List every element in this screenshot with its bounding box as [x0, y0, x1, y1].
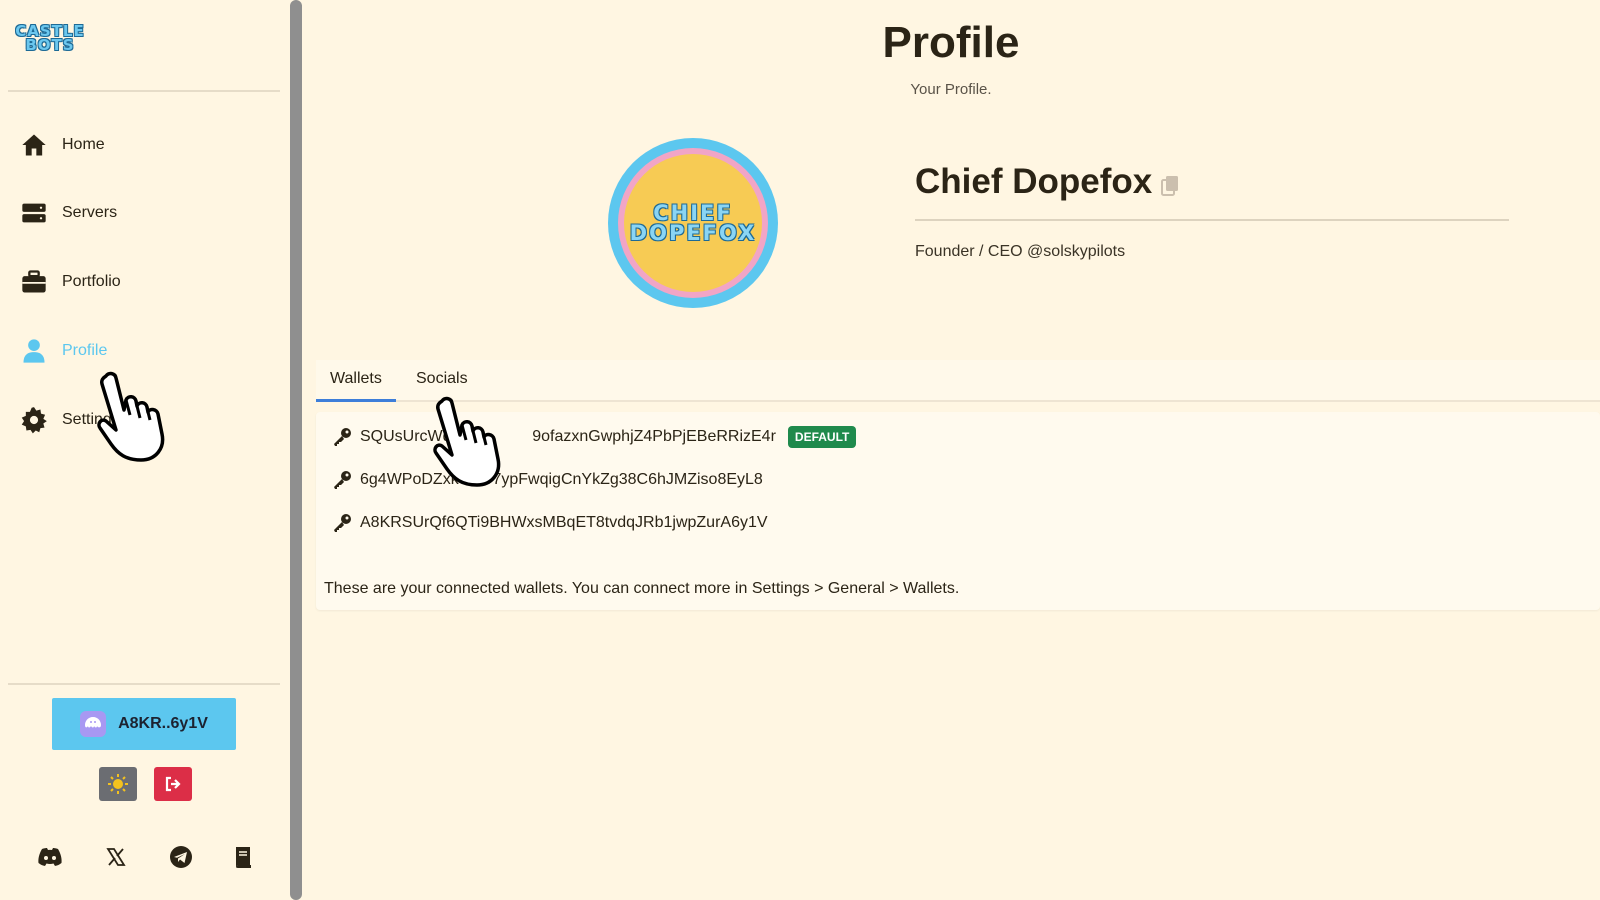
sidebar-item-label: Settings	[62, 411, 120, 428]
wallets-panel: SQUsUrcWdX 9ofazxnGwphjZ4PbPjEBeRRizE4r D…	[316, 412, 1600, 610]
wallet-address-part: SQUsUrcWdX	[360, 428, 463, 445]
wallet-address-part: 9ofazxnGwphjZ4PbPjEBeRRizE4r	[532, 428, 776, 445]
sidebar-item-settings[interactable]: Settings	[20, 400, 120, 440]
key-icon	[334, 514, 351, 532]
avatar: CHIEF DOPEFOX	[608, 138, 778, 308]
scrollbar-thumb[interactable]	[290, 0, 302, 900]
default-badge: DEFAULT	[787, 426, 857, 448]
user-icon	[23, 339, 45, 363]
wallet-row[interactable]: SQUsUrcWdX 9ofazxnGwphjZ4PbPjEBeRRizE4r D…	[332, 424, 857, 450]
key-icon	[334, 471, 351, 489]
sidebar-item-profile[interactable]: Profile	[20, 331, 107, 371]
wallet-address: 6g4WPoDZxkeNrv7ypFwqigCnYkZg38C6hJMZiso8…	[360, 471, 763, 488]
sidebar: CASTLE BOTS Home Servers Portfolio Profil…	[0, 0, 290, 900]
tab-socials[interactable]: Socials	[402, 360, 482, 402]
sidebar-item-servers[interactable]: Servers	[20, 193, 117, 233]
profile-name: Chief Dopefox	[915, 162, 1153, 201]
telegram-link[interactable]	[166, 842, 196, 872]
avatar-text-line-2: DOPEFOX	[629, 221, 757, 245]
profile-bio: Founder / CEO @solskypilots	[915, 243, 1126, 260]
sidebar-item-label: Home	[62, 136, 105, 153]
briefcase-icon	[22, 270, 46, 293]
x-link[interactable]	[101, 842, 131, 872]
docs-link[interactable]	[229, 842, 259, 872]
avatar-ring: CHIEF DOPEFOX	[618, 148, 768, 298]
gear-icon	[21, 407, 47, 434]
castle-bots-logo[interactable]: CASTLE BOTS	[8, 24, 98, 58]
server-icon	[22, 203, 46, 223]
telegram-icon	[170, 846, 192, 868]
avatar-core: CHIEF DOPEFOX	[624, 154, 762, 292]
page-title: Profile	[882, 18, 1020, 67]
name-divider	[915, 219, 1509, 221]
logout-button[interactable]	[154, 767, 192, 801]
x-icon	[106, 848, 126, 866]
page-subtitle: Your Profile.	[910, 81, 992, 98]
sidebar-bottom-divider	[8, 683, 280, 685]
docs-icon	[236, 847, 251, 868]
discord-link[interactable]	[35, 842, 65, 872]
logout-icon	[165, 776, 181, 792]
discord-icon	[38, 848, 62, 866]
phantom-icon	[80, 711, 107, 737]
profile-name-row: Chief Dopefox	[915, 162, 1180, 202]
profile-tabs: Wallets Socials	[316, 360, 1600, 402]
sun-icon	[108, 774, 128, 794]
logo-line-2: BOTS	[25, 36, 75, 54]
tab-wallets[interactable]: Wallets	[316, 360, 396, 402]
sidebar-item-label: Servers	[62, 204, 118, 221]
sidebar-top-divider	[8, 90, 280, 92]
connected-wallet-button[interactable]: A8KR..6y1V	[52, 698, 236, 750]
wallet-address: A8KRSUrQf6QTi9BHWxsMBqET8tvdqJRb1jwpZurA…	[360, 514, 768, 531]
theme-toggle-button[interactable]	[99, 767, 137, 801]
wallet-row[interactable]: 6g4WPoDZxkeNrv7ypFwqigCnYkZg38C6hJMZiso8…	[332, 467, 763, 493]
copy-icon[interactable]	[1160, 175, 1180, 197]
sidebar-scrollbar[interactable]	[290, 0, 302, 900]
main-content: Profile Your Profile. CHIEF DOPEFOX Chief…	[302, 0, 1600, 900]
wallet-row[interactable]: A8KRSUrQf6QTi9BHWxsMBqET8tvdqJRb1jwpZurA…	[332, 510, 768, 536]
sidebar-item-home[interactable]: Home	[20, 125, 105, 165]
key-icon	[334, 428, 351, 446]
wallet-button-label: A8KR..6y1V	[118, 715, 208, 732]
sidebar-item-label: Profile	[62, 342, 108, 359]
sidebar-item-label: Portfolio	[62, 273, 121, 290]
wallet-address: SQUsUrcWdX 9ofazxnGwphjZ4PbPjEBeRRizE4r	[360, 428, 776, 446]
wallets-note: These are your connected wallets. You ca…	[324, 580, 960, 597]
home-icon	[22, 134, 46, 156]
sidebar-item-portfolio[interactable]: Portfolio	[20, 262, 121, 302]
